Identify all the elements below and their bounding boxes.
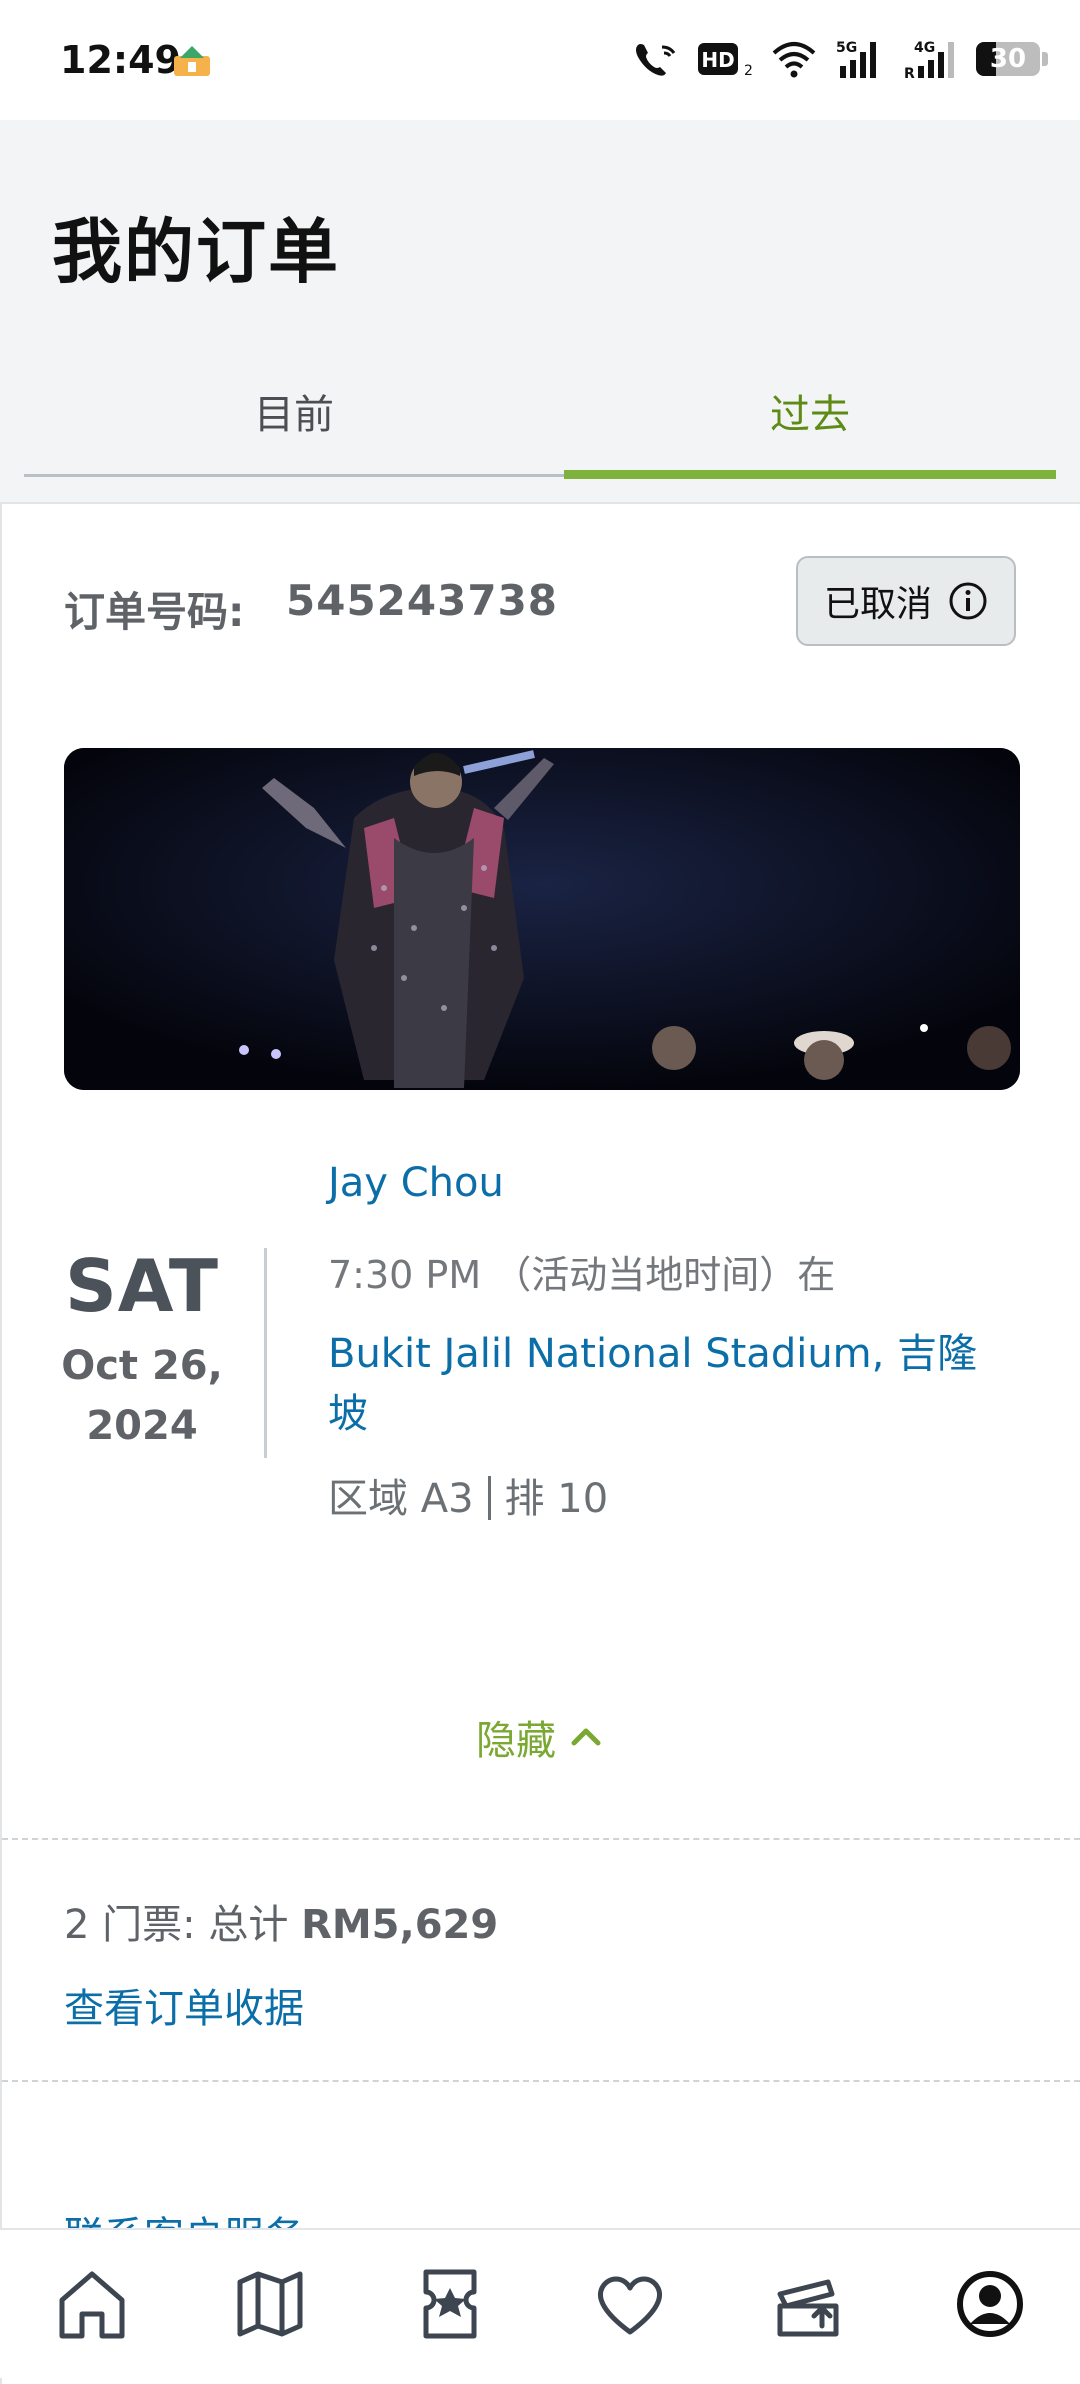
tab-current[interactable]: 目前 bbox=[24, 360, 564, 476]
ticket-summary: 2 门票: 总计 RM5,629 bbox=[64, 1892, 498, 1950]
order-number: 545243738 bbox=[286, 576, 559, 625]
status-icons: HD 2 5G 4G R 30 bbox=[632, 34, 1048, 84]
battery-icon: 30 bbox=[976, 42, 1048, 76]
info-icon bbox=[949, 582, 987, 620]
chevron-up-icon bbox=[571, 1728, 601, 1746]
concert-performer-illustration bbox=[64, 748, 1020, 1090]
event-year: 2024 bbox=[86, 1403, 198, 1449]
tab-active-indicator bbox=[564, 470, 1056, 479]
seat-section: 区域 A3 bbox=[328, 1476, 474, 1522]
svg-text:HD: HD bbox=[701, 48, 734, 72]
seat-row: 排 10 bbox=[504, 1476, 609, 1522]
signal-4g-icon: 4G R bbox=[904, 40, 954, 80]
svg-text:R: R bbox=[904, 66, 915, 80]
event-venue-link[interactable]: Bukit Jalil National Stadium, 吉隆坡 bbox=[328, 1324, 1008, 1444]
bottom-nav bbox=[0, 2228, 1080, 2378]
status-bar: 12:49 HD 2 5G 4G R 30 bbox=[0, 0, 1080, 120]
wifi-call-icon bbox=[636, 44, 676, 76]
heart-icon[interactable] bbox=[590, 2264, 670, 2344]
event-weekday: SAT bbox=[64, 1244, 220, 1328]
ticket-star-icon[interactable] bbox=[410, 2264, 490, 2344]
seat-separator bbox=[487, 1476, 491, 1520]
map-icon[interactable] bbox=[230, 2264, 310, 2344]
svg-text:2: 2 bbox=[744, 63, 752, 79]
order-card: 订单号码: 545243738 已取消 SAT Oct 26, 2024 Jay… bbox=[0, 502, 1080, 2384]
section-divider bbox=[2, 2080, 1080, 2082]
status-badge[interactable]: 已取消 bbox=[796, 556, 1016, 646]
section-divider bbox=[2, 1838, 1080, 1840]
status-badge-label: 已取消 bbox=[823, 584, 932, 625]
hide-details-button[interactable]: 隐藏 bbox=[476, 1708, 602, 1766]
event-date: SAT Oct 26, 2024 bbox=[42, 1244, 242, 1456]
svg-text:4G: 4G bbox=[914, 40, 935, 56]
ticket-total: RM5,629 bbox=[301, 1902, 499, 1948]
tab-past[interactable]: 过去 bbox=[564, 360, 1056, 476]
account-icon[interactable] bbox=[950, 2264, 1030, 2344]
event-time: 7:30 PM （活动当地时间）在 bbox=[328, 1253, 836, 1297]
event-name-link[interactable]: Jay Chou bbox=[328, 1160, 504, 1206]
signal-5g-icon: 5G bbox=[836, 40, 876, 78]
hd-icon: HD 2 bbox=[698, 43, 752, 79]
battery-level: 30 bbox=[989, 44, 1027, 74]
svg-text:5G: 5G bbox=[836, 40, 857, 56]
event-banner-image bbox=[64, 748, 1020, 1090]
page-title: 我的订单 bbox=[52, 211, 340, 293]
resale-ticket-icon[interactable] bbox=[768, 2264, 848, 2344]
status-time: 12:49 bbox=[60, 38, 181, 82]
seat-info: 区域 A3 排 10 bbox=[328, 1466, 608, 1526]
event-month-day: Oct 26, bbox=[61, 1343, 223, 1389]
view-receipt-link[interactable]: 查看订单收据 bbox=[64, 1976, 304, 2034]
wifi-icon bbox=[772, 42, 816, 78]
app-notification-icon bbox=[174, 46, 210, 76]
order-tabs: 目前 过去 bbox=[24, 360, 1056, 480]
date-divider bbox=[264, 1248, 267, 1458]
order-number-label: 订单号码: bbox=[64, 588, 245, 636]
home-icon[interactable] bbox=[52, 2264, 132, 2344]
hide-label: 隐藏 bbox=[476, 1718, 556, 1764]
ticket-summary-prefix: 2 门票: 总计 bbox=[64, 1902, 289, 1948]
